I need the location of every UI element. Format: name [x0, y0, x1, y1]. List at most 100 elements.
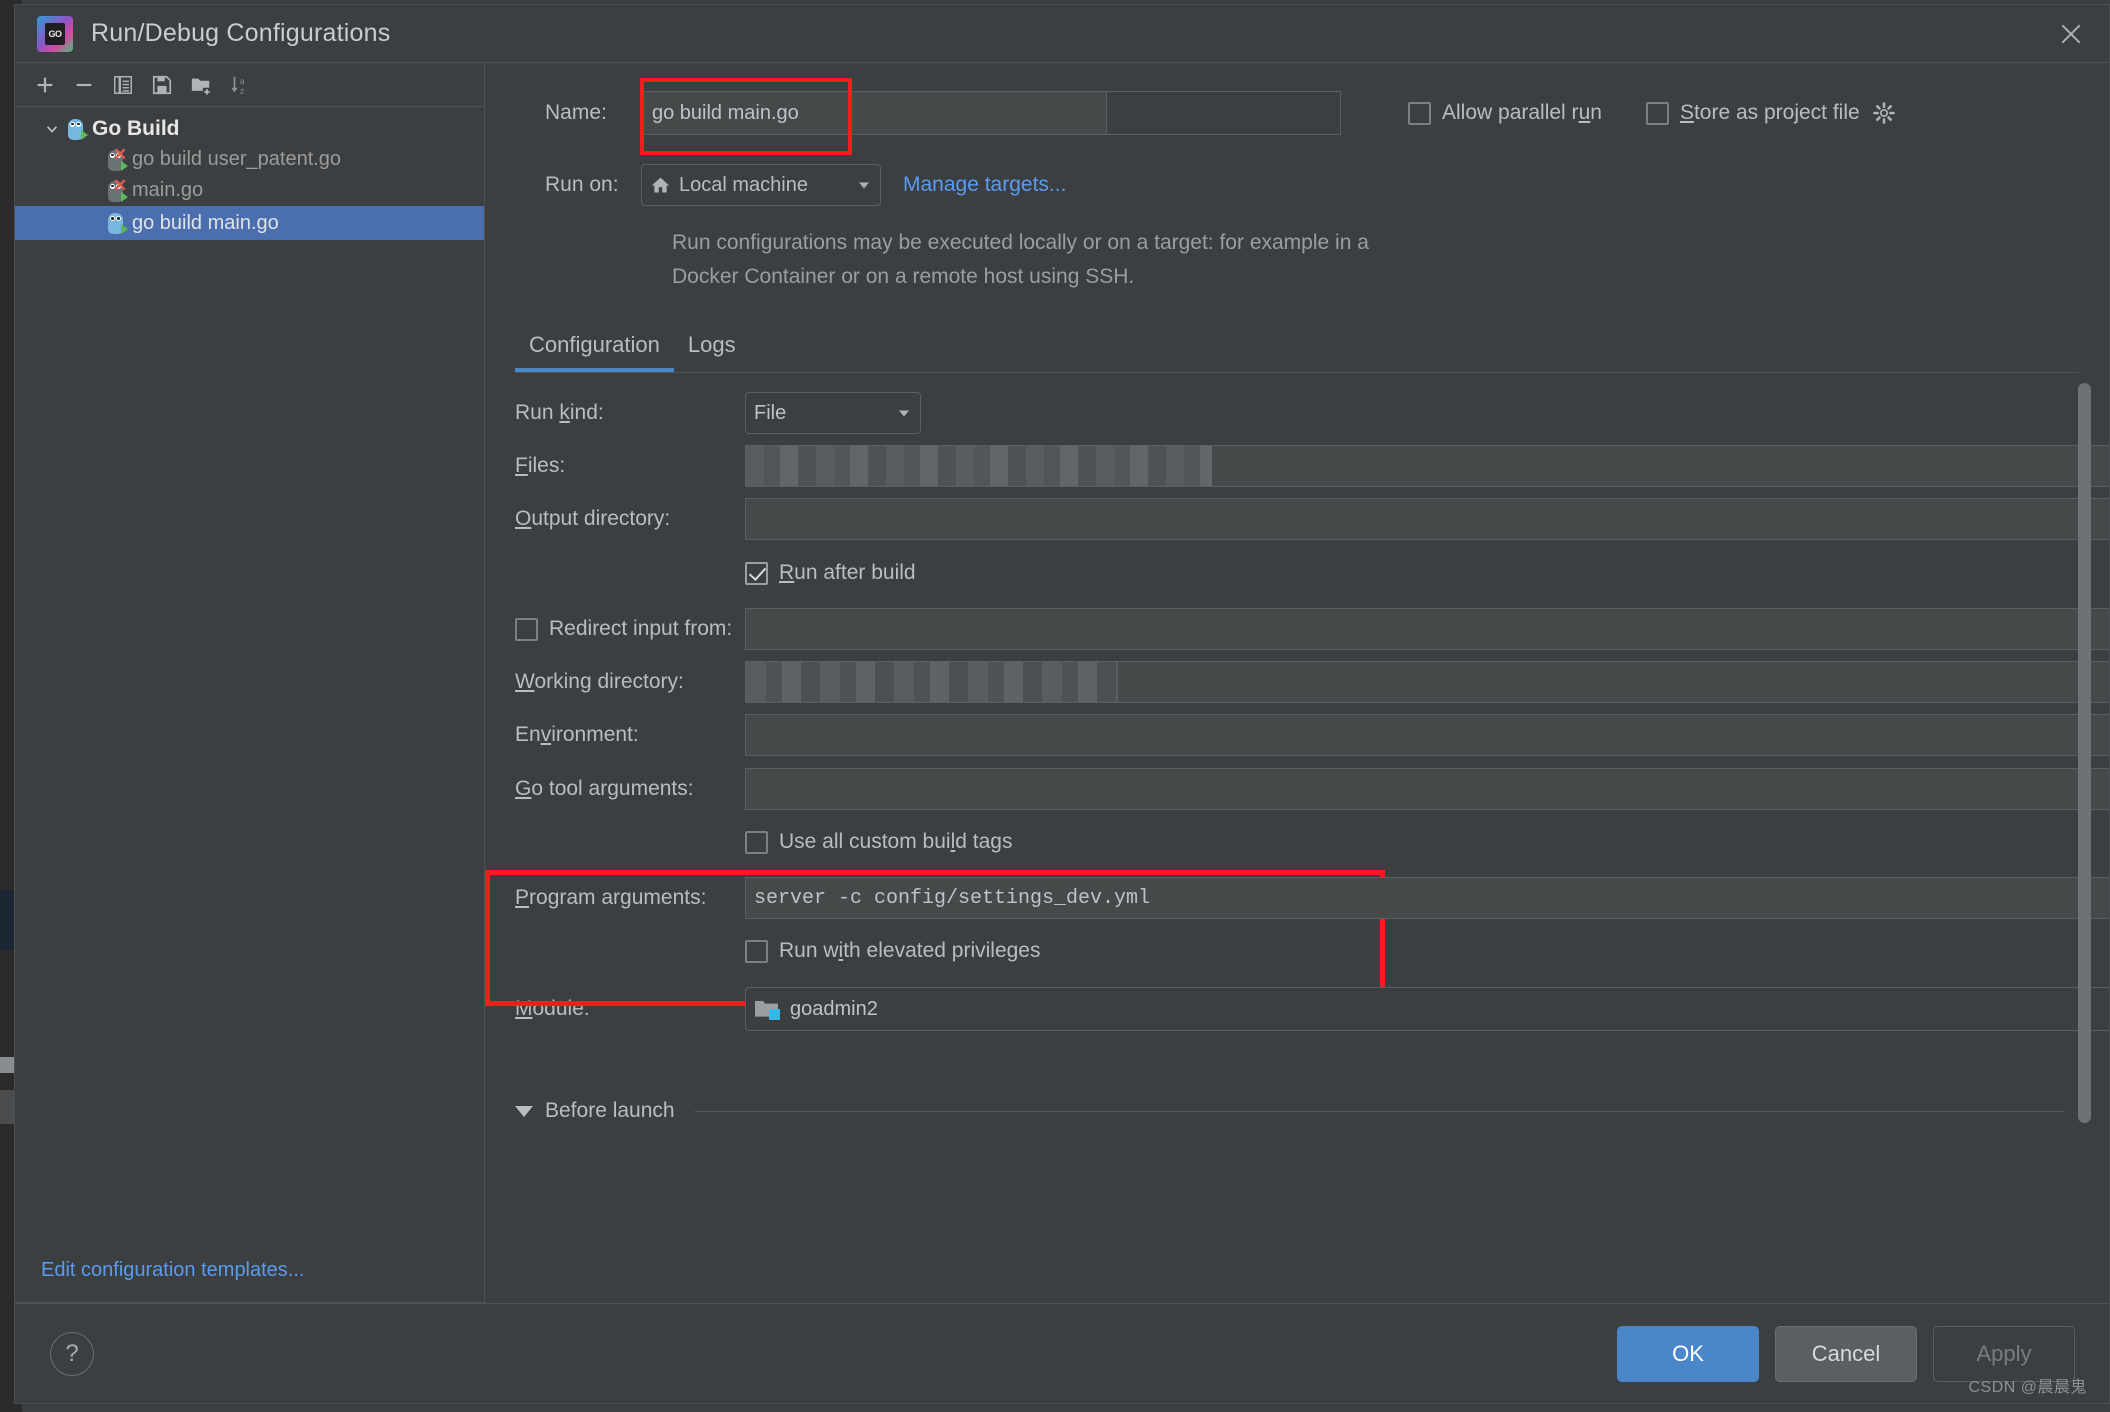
- configurations-left-panel: a z Go Build ✕ go build user_patent.go ✕…: [15, 63, 485, 1303]
- close-icon[interactable]: [2033, 5, 2109, 62]
- name-row: Name: go build main.go Allow parallel ru…: [545, 91, 2109, 135]
- help-button[interactable]: ?: [50, 1331, 94, 1376]
- working-directory-input[interactable]: [745, 661, 2109, 703]
- cancel-button[interactable]: Cancel: [1775, 1325, 1917, 1382]
- configuration-tabs[interactable]: Configuration Logs: [515, 320, 2109, 372]
- name-input[interactable]: go build main.go: [641, 91, 1107, 135]
- configuration-scroll-area: Name: go build main.go Allow parallel ru…: [485, 63, 2109, 1303]
- environment-row: Environment:: [515, 713, 2109, 757]
- output-directory-row: Output directory:: [515, 497, 2109, 541]
- remove-configuration-button[interactable]: [64, 67, 103, 103]
- allow-parallel-run-checkbox-row[interactable]: Allow parallel run: [1408, 101, 1602, 125]
- gear-icon[interactable]: [1872, 101, 1896, 125]
- run-kind-row: Run kind: File: [515, 391, 2109, 435]
- name-label: Name:: [545, 101, 607, 124]
- working-directory-row: Working directory:: [515, 660, 2109, 704]
- tree-item-label: Go Build: [92, 116, 180, 140]
- tree-item-go-build-main-go[interactable]: go build main.go: [15, 206, 484, 240]
- before-launch-section: Before launch: [515, 1099, 2109, 1123]
- name-input-extension[interactable]: [1107, 91, 1341, 135]
- ok-button[interactable]: OK: [1617, 1325, 1759, 1382]
- copy-configuration-button[interactable]: [103, 67, 142, 103]
- go-gopher-icon: [65, 117, 88, 141]
- configurations-toolbar: a z: [15, 63, 484, 107]
- configuration-header: Name: go build main.go Allow parallel ru…: [485, 63, 2109, 294]
- use-all-custom-build-tags-control[interactable]: Use all custom build tags: [745, 830, 2109, 854]
- run-after-build-control[interactable]: Run after build: [745, 561, 2109, 585]
- add-configuration-button[interactable]: [25, 67, 64, 103]
- program-arguments-control: server -c config/settings_dev.yml: [745, 877, 2109, 919]
- vertical-scrollbar[interactable]: [2078, 383, 2091, 1123]
- collapse-triangle-icon[interactable]: [515, 1105, 533, 1117]
- run-on-dropdown[interactable]: Local machine: [641, 164, 881, 206]
- manage-targets-link[interactable]: Manage targets...: [903, 173, 1066, 197]
- go-gopher-error-icon: ✕: [105, 177, 128, 203]
- go-gopher-error-icon: ✕: [105, 144, 128, 172]
- configuration-right-panel: Name: go build main.go Allow parallel ru…: [485, 63, 2109, 1303]
- tab-configuration[interactable]: Configuration: [515, 332, 674, 372]
- run-on-value: Local machine: [679, 173, 808, 196]
- tree-item-label: main.go: [132, 179, 204, 201]
- run-with-elevated-privileges-checkbox[interactable]: [745, 939, 768, 963]
- tree-item-label: go build main.go: [132, 211, 279, 234]
- tab-logs[interactable]: Logs: [674, 332, 750, 372]
- go-gopher-icon: [105, 211, 128, 235]
- sort-az-icon[interactable]: a z: [220, 67, 259, 103]
- use-all-custom-build-tags-label: Use all custom build tags: [779, 830, 1013, 853]
- module-control: goadmin2: [745, 987, 2109, 1031]
- watermark: CSDN @晨晨鬼: [1968, 1379, 2087, 1396]
- output-directory-input[interactable]: [745, 498, 2109, 540]
- module-row: Module: goadmin2: [515, 987, 2109, 1031]
- working-directory-label: Working directory:: [515, 670, 684, 693]
- use-all-custom-build-tags-row: Use all custom build tags: [515, 820, 2109, 864]
- run-on-label: Run on:: [545, 173, 619, 196]
- run-after-build-checkbox[interactable]: [745, 561, 768, 585]
- redirect-input-field[interactable]: [745, 608, 2109, 650]
- go-tool-arguments-input[interactable]: [745, 768, 2109, 810]
- edit-configuration-templates-link[interactable]: Edit configuration templates...: [15, 1239, 484, 1303]
- chevron-down-icon[interactable]: [896, 405, 912, 421]
- chevron-down-icon[interactable]: [39, 122, 65, 136]
- run-kind-value: File: [754, 401, 787, 424]
- store-as-project-file-checkbox[interactable]: [1645, 101, 1669, 125]
- run-kind-label: Run kind:: [515, 401, 604, 424]
- files-label: Files:: [515, 454, 566, 477]
- redirect-input-label-group[interactable]: Redirect input from:: [515, 617, 745, 641]
- program-arguments-input-value: server -c config/settings_dev.yml: [754, 886, 1151, 910]
- run-debug-configurations-dialog: GO Run/Debug Configurations a z Go Build…: [14, 4, 2110, 1404]
- allow-parallel-run-checkbox[interactable]: [1408, 101, 1431, 125]
- files-redacted-overlay: [746, 446, 1212, 486]
- run-kind-dropdown[interactable]: File: [745, 392, 921, 434]
- tree-item-main-go[interactable]: ✕ main.go: [15, 175, 484, 206]
- name-input-value: go build main.go: [652, 101, 799, 124]
- configurations-tree[interactable]: Go Build ✕ go build user_patent.go ✕ mai…: [15, 107, 484, 1239]
- tree-item-go-build-user-patent[interactable]: ✕ go build user_patent.go: [15, 144, 484, 175]
- files-input[interactable]: [745, 445, 2109, 487]
- module-dropdown[interactable]: goadmin2: [745, 987, 2109, 1031]
- module-value: goadmin2: [790, 997, 878, 1020]
- environment-control: [745, 714, 2109, 756]
- program-arguments-row: Program arguments: server -c config/sett…: [515, 876, 2109, 920]
- run-with-elevated-privileges-control[interactable]: Run with elevated privileges: [745, 939, 2109, 963]
- use-all-custom-build-tags-checkbox[interactable]: [745, 830, 768, 854]
- environment-input[interactable]: [745, 714, 2109, 756]
- store-as-project-file-checkbox-row[interactable]: Store as project file: [1645, 101, 1896, 125]
- configuration-form: Run kind: File Files: Output directory: …: [485, 373, 2109, 1123]
- redirect-input-label: Redirect input from:: [549, 617, 733, 640]
- run-with-elevated-privileges-row: Run with elevated privileges: [515, 929, 2109, 973]
- program-arguments-highlight-group: Program arguments: server -c config/sett…: [485, 870, 2109, 1006]
- save-configuration-button[interactable]: [142, 67, 181, 103]
- go-tool-arguments-row: Go tool arguments:: [515, 767, 2109, 811]
- files-row: Files:: [515, 444, 2109, 488]
- run-after-build-row: Run after build: [515, 551, 2109, 595]
- run-on-description: Run configurations may be executed local…: [672, 231, 1369, 288]
- tree-group-go-build[interactable]: Go Build: [15, 113, 484, 144]
- folder-plus-icon[interactable]: [181, 67, 220, 103]
- error-x-icon: ✕: [113, 144, 128, 164]
- run-after-build-label: Run after build: [779, 561, 916, 584]
- chevron-down-icon[interactable]: [856, 177, 872, 193]
- program-arguments-input[interactable]: server -c config/settings_dev.yml: [745, 877, 2109, 919]
- svg-text:a: a: [240, 77, 245, 86]
- redirect-input-checkbox[interactable]: [515, 617, 538, 641]
- module-folder-icon: [754, 997, 780, 1021]
